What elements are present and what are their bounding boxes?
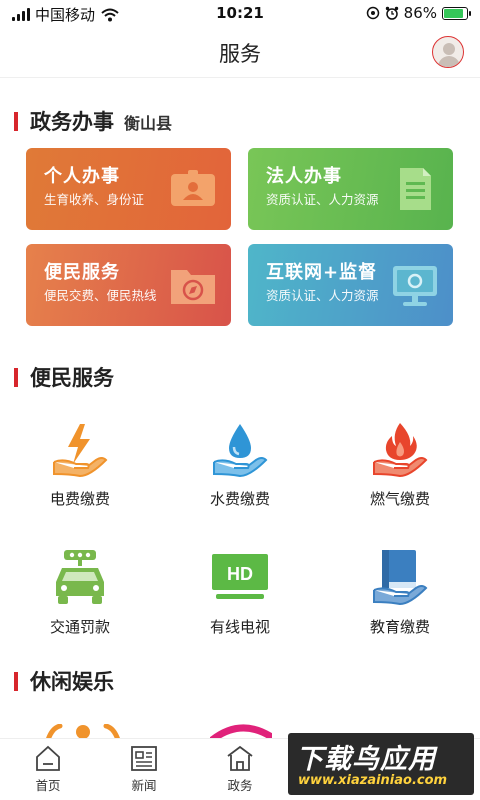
hd-tv-icon: HD — [212, 554, 268, 599]
watermark-url: www.xiazainiao.com — [298, 773, 448, 788]
service-traffic-fine[interactable]: 交通罚款 — [20, 548, 140, 637]
orientation-lock-icon — [366, 6, 379, 20]
tab-label: 新闻 — [131, 778, 157, 793]
hd-badge: HD — [227, 564, 253, 584]
card-title: 法人办事 — [266, 166, 342, 187]
section-gov-title: 政务办事 — [30, 110, 114, 134]
service-electricity[interactable]: 电费缴费 — [20, 420, 140, 509]
home-icon — [36, 745, 60, 771]
card-title: 便民服务 — [44, 262, 120, 283]
tab-label: 政务 — [227, 778, 253, 793]
card-desc: 资质认证、人力资源 — [266, 288, 379, 303]
tab-home[interactable]: 首页 — [18, 743, 78, 794]
service-label: 交通罚款 — [49, 618, 110, 636]
book-icon — [373, 550, 428, 606]
car-icon — [56, 550, 104, 604]
alarm-icon — [385, 6, 398, 20]
tab-label: 首页 — [35, 778, 61, 793]
nav-bar: 服务 — [0, 26, 480, 78]
card-personal-affairs[interactable]: 个人办事 生育收养、身份证 — [26, 148, 231, 230]
card-legal-affairs[interactable]: 法人办事 资质认证、人力资源 — [248, 148, 453, 230]
section-gov-header: 政务办事 衡山县 — [14, 106, 172, 136]
section-marker — [14, 671, 18, 691]
card-desc: 资质认证、人力资源 — [266, 192, 379, 207]
card-convenience-services[interactable]: 便民服务 便民交费、便民热线 — [26, 244, 231, 326]
card-desc: 便民交费、便民热线 — [44, 288, 157, 303]
status-right: 86% — [366, 4, 471, 22]
service-cable-tv[interactable]: HD 有线电视 — [180, 548, 300, 637]
section-convenience-title: 便民服务 — [30, 366, 114, 390]
watermark-text: 下载鸟应用 — [296, 744, 436, 775]
section-convenience-header: 便民服务 — [14, 362, 114, 392]
news-icon — [131, 746, 157, 771]
document-icon — [400, 168, 431, 210]
tab-gov[interactable]: 政务 — [210, 743, 270, 794]
battery-icon — [442, 6, 471, 20]
service-label: 教育缴费 — [369, 618, 430, 636]
section-marker — [14, 111, 18, 131]
folder-compass-icon — [171, 270, 215, 304]
gov-icon — [227, 745, 253, 771]
tab-news[interactable]: 新闻 — [114, 743, 174, 794]
service-education[interactable]: 教育缴费 — [340, 548, 460, 637]
avatar-body-icon — [438, 56, 460, 67]
page-title: 服务 — [219, 42, 261, 66]
screen: 中国移动 10:21 86% 服务 政务办事 衡山县 个人办事 生育收养、身份证… — [0, 0, 480, 800]
battery-percent: 86% — [403, 4, 437, 22]
card-title: 个人办事 — [44, 166, 120, 187]
id-card-icon — [171, 170, 215, 206]
service-label: 水费缴费 — [209, 490, 270, 508]
card-title: 互联网+监督 — [266, 262, 378, 283]
electricity-icon — [53, 424, 108, 478]
section-leisure-title: 休闲娱乐 — [30, 670, 114, 694]
avatar-head-icon — [443, 43, 455, 55]
card-desc: 生育收养、身份证 — [44, 192, 145, 207]
battery-level — [444, 8, 463, 18]
service-label: 电费缴费 — [49, 490, 110, 508]
service-gas[interactable]: 燃气缴费 — [340, 420, 460, 509]
gas-flame-icon — [373, 423, 428, 478]
monitor-icon — [393, 266, 437, 306]
service-water[interactable]: 水费缴费 — [180, 420, 300, 509]
card-internet-supervision[interactable]: 互联网+监督 资质认证、人力资源 — [248, 244, 453, 326]
watermark: 下载鸟应用 www.xiazainiao.com — [288, 733, 474, 795]
water-icon — [213, 424, 268, 478]
section-gov-location[interactable]: 衡山县 — [124, 110, 172, 134]
avatar[interactable] — [432, 36, 464, 68]
status-bar: 中国移动 10:21 86% — [0, 0, 480, 26]
service-label: 有线电视 — [209, 618, 270, 636]
section-leisure-header: 休闲娱乐 — [14, 666, 114, 696]
service-label: 燃气缴费 — [369, 490, 430, 508]
section-marker — [14, 367, 18, 387]
